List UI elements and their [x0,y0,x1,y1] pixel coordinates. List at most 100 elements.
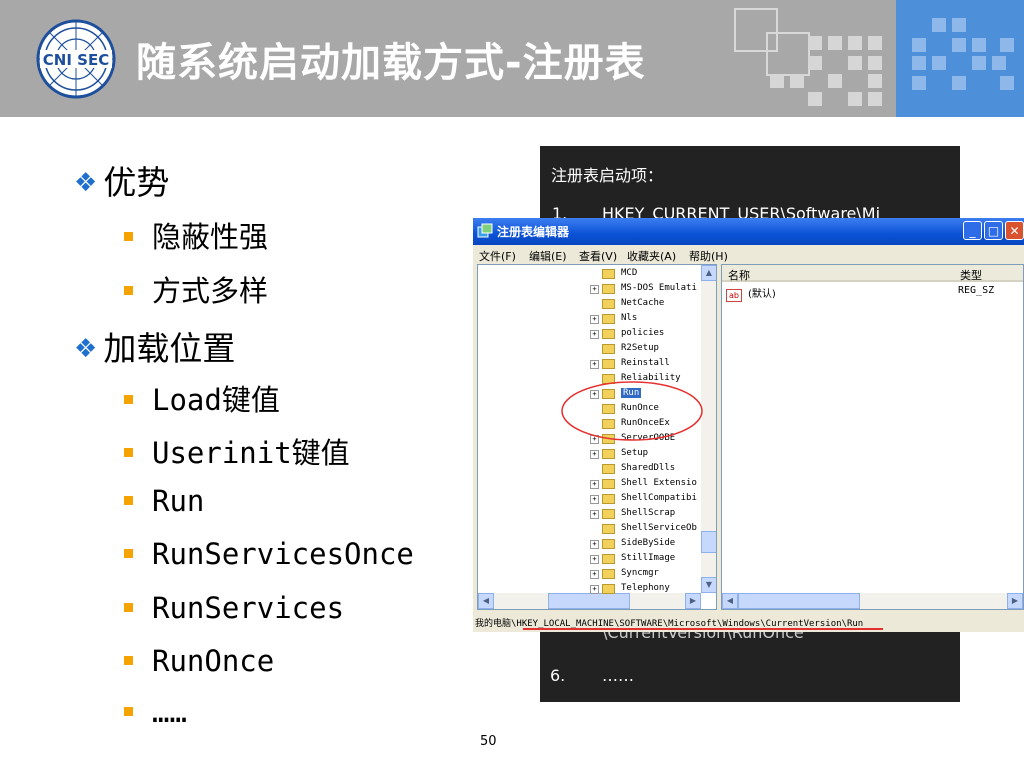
highlight-circle [561,381,703,441]
expand-icon[interactable]: + [590,330,599,339]
square-bullet-icon [124,286,133,295]
decor-square [912,38,926,52]
decor-square [972,38,986,52]
expand-icon[interactable]: + [590,315,599,324]
regedit-app-icon [477,223,493,238]
folder-icon [602,494,615,504]
decor-square [808,92,822,106]
decor-square [1000,38,1014,52]
registry-key-label: Telephony [621,583,670,593]
decor-square [848,56,862,70]
registry-key-label: ShellCompatibi [621,493,697,503]
registry-key-label: ShellServiceOb [621,523,697,533]
folder-icon [602,569,615,579]
sub-bullet: Load键值 [124,377,280,419]
scroll-right-icon[interactable]: ▶ [685,593,701,609]
expand-icon[interactable]: + [590,285,599,294]
registry-key-label: NetCache [621,298,665,308]
diamond-bullet-icon: ❖ [74,334,98,364]
decor-square [932,18,946,32]
registry-key-label: SharedDlls [621,463,676,473]
expand-icon[interactable]: + [590,360,599,369]
window-title: 注册表编辑器 [497,225,570,239]
registry-key-label: Nls [621,313,638,323]
decor-square [766,32,810,76]
scroll-down-icon[interactable]: ▼ [701,577,716,593]
registry-key-label: policies [621,328,665,338]
page-title: 随系统启动加载方式-注册表 [136,40,646,86]
menu-edit[interactable]: 编辑(E) [529,248,567,264]
folder-icon [602,359,615,369]
scroll-left-icon[interactable]: ◀ [722,593,738,609]
registry-key-label: SideBySide [621,538,676,548]
registry-key-label: Setup [621,448,649,458]
page-number: 50 [480,734,497,749]
scroll-up-icon[interactable]: ▲ [701,265,716,281]
registry-key-label: ShellScrap [621,508,676,518]
folder-icon [602,314,615,324]
status-bar: 我的电脑\HKEY_LOCAL_MACHINE\SOFTWARE\Microso… [473,612,1024,632]
folder-icon [602,269,615,279]
menu-view[interactable]: 查看(V) [579,248,617,264]
expand-icon[interactable]: + [590,450,599,459]
close-button[interactable]: ✕ [1005,221,1024,240]
expand-icon[interactable]: + [590,585,599,594]
folder-icon [602,524,615,534]
expand-icon[interactable]: + [590,540,599,549]
folder-icon [602,479,615,489]
tree-horizontal-scrollbar[interactable]: ◀ ▶ [478,593,701,609]
sub-bullet: …… [124,695,187,729]
menu-favorites[interactable]: 收藏夹(A) [627,248,676,264]
registry-key-label: Shell Extensio [621,478,697,488]
menu-help[interactable]: 帮助(H) [689,248,728,264]
sub-bullet: 方式多样 [124,268,268,310]
expand-icon[interactable]: + [590,480,599,489]
sub-bullet: RunServicesOnce [124,537,414,571]
folder-icon [602,584,615,594]
expand-icon[interactable]: + [590,495,599,504]
decor-square [972,56,986,70]
sub-bullet: Userinit键值 [124,430,350,472]
decor-square [808,36,822,50]
regedit-window: 注册表编辑器 _ □ ✕ 文件(F) 编辑(E) 查看(V) 收藏夹(A) 帮助… [473,218,1024,632]
scroll-thumb[interactable] [701,531,716,553]
expand-icon[interactable]: + [590,555,599,564]
string-value-icon: ab [726,289,742,302]
diamond-bullet-icon: ❖ [74,168,98,198]
minimize-button[interactable]: _ [963,221,982,240]
folder-icon [602,299,615,309]
sub-bullet: RunOnce [124,644,274,678]
panel-heading: 注册表启动项： [551,166,664,185]
expand-icon[interactable]: + [590,570,599,579]
list-horizontal-scrollbar[interactable]: ◀ ▶ [722,593,1023,609]
folder-icon [602,329,615,339]
scroll-left-icon[interactable]: ◀ [478,593,494,609]
folder-icon [602,449,615,459]
folder-icon [602,344,615,354]
square-bullet-icon [124,395,133,404]
decor-square [992,56,1006,70]
folder-icon [602,554,615,564]
decor-square [770,74,784,88]
folder-icon [602,464,615,474]
square-bullet-icon [124,603,133,612]
decor-square [828,36,842,50]
decor-square [952,18,966,32]
maximize-button[interactable]: □ [984,221,1003,240]
square-bullet-icon [124,232,133,241]
scroll-right-icon[interactable]: ▶ [1007,593,1023,609]
decor-square [952,38,966,52]
expand-icon[interactable]: + [590,510,599,519]
window-titlebar[interactable]: 注册表编辑器 _ □ ✕ [473,218,1024,245]
decor-square [808,56,822,70]
menu-file[interactable]: 文件(F) [479,248,516,264]
scroll-thumb[interactable] [548,593,630,609]
value-row-default[interactable]: ab (默认) [726,285,776,302]
decor-square [952,76,966,90]
column-header-type[interactable]: 类型 [954,265,1023,282]
column-header-name[interactable]: 名称 [722,265,954,282]
decor-square [1000,76,1014,90]
registry-value-list[interactable]: 名称 类型 ab (默认) REG_SZ ◀ ▶ [721,264,1024,610]
path-underline [523,628,883,630]
scroll-thumb[interactable] [738,593,860,609]
